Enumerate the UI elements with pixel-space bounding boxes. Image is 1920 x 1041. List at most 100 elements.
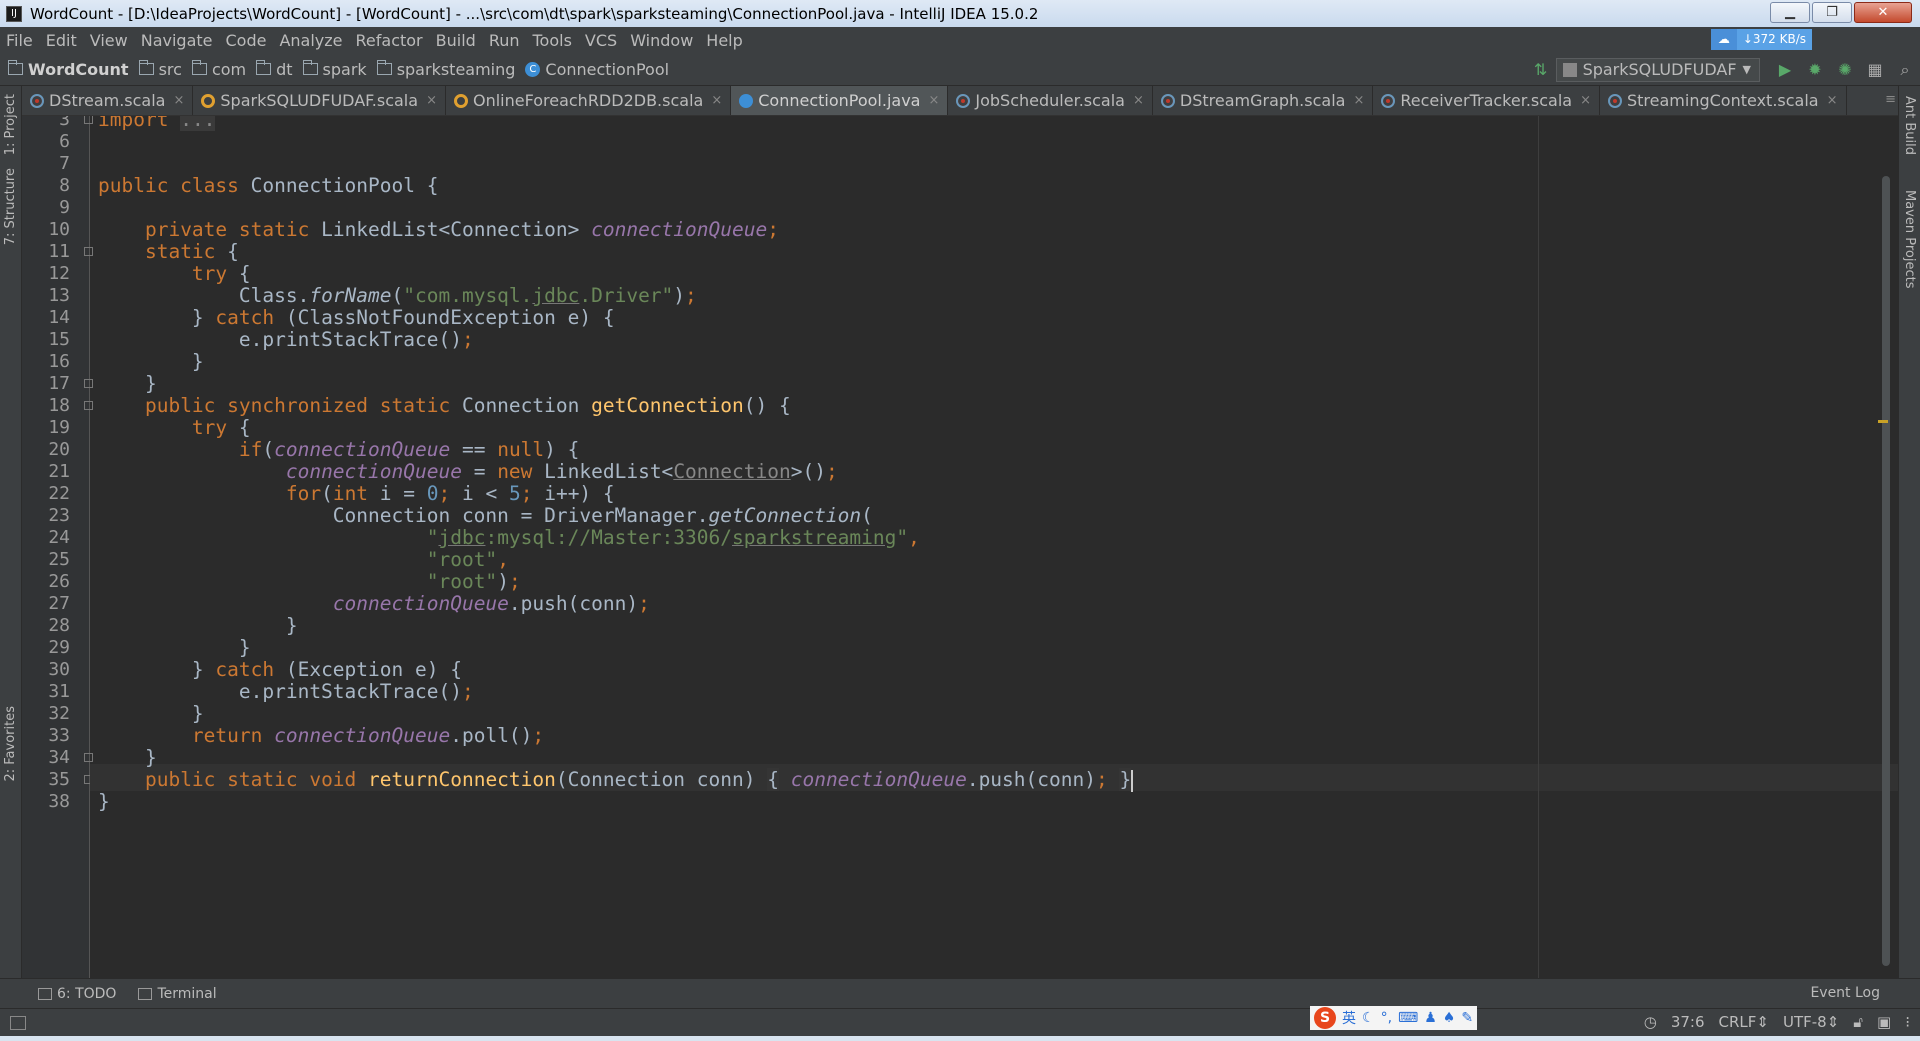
tab-streamingcontext-scala[interactable]: StreamingContext.scala × — [1600, 86, 1847, 115]
close-tab-icon[interactable]: × — [1827, 93, 1838, 108]
menu-build[interactable]: Build — [436, 31, 476, 50]
breadcrumb-com[interactable]: com — [191, 60, 246, 79]
caret-position[interactable]: 37:6 — [1671, 1013, 1705, 1031]
event-log-button[interactable]: Event Log — [1810, 985, 1880, 1001]
breadcrumb-label: WordCount — [28, 59, 129, 79]
breadcrumb-wordcount[interactable]: WordCount — [8, 60, 129, 79]
tab-label: DStream.scala — [49, 91, 166, 110]
menu-navigate[interactable]: Navigate — [141, 31, 213, 50]
menu-run[interactable]: Run — [489, 31, 520, 50]
menu-file[interactable]: File — [6, 31, 33, 50]
todo-label: 6: TODO — [57, 985, 117, 1002]
close-tab-icon[interactable]: × — [426, 93, 437, 108]
menu-view[interactable]: View — [90, 31, 128, 50]
search-icon[interactable]: ⌕ — [1893, 58, 1917, 82]
code-line[interactable]: } — [98, 788, 110, 815]
fold-marker-icon[interactable] — [84, 379, 93, 388]
line-number-gutter[interactable]: 3 6 7 8 9 10 11 12 13 14 15 16 17 18 19 20 21 22 23 24 25 26 2… — [22, 116, 93, 978]
fold-marker-icon[interactable] — [84, 116, 93, 124]
tool-windows-toggle-icon[interactable] — [10, 1015, 26, 1030]
folder-icon — [191, 60, 207, 75]
window-controls: ▁ ❐ ✕ — [1770, 2, 1912, 23]
breadcrumb-connectionpool[interactable]: C ConnectionPool — [525, 60, 669, 79]
tabs-menu-icon[interactable]: ≡ — [1885, 92, 1896, 107]
menu-edit[interactable]: Edit — [46, 31, 77, 50]
vertical-scrollbar[interactable] — [1882, 176, 1890, 966]
close-tab-icon[interactable]: × — [928, 93, 939, 108]
error-stripe-marker[interactable] — [1878, 420, 1888, 423]
code-editor[interactable]: 3 6 7 8 9 10 11 12 13 14 15 16 17 18 19 20 21 22 23 24 25 26 2… — [22, 116, 1898, 978]
close-tab-icon[interactable]: × — [1580, 93, 1591, 108]
tab-receivertracker-scala[interactable]: ReceiverTracker.scala × — [1373, 86, 1600, 115]
tab-dstream-scala[interactable]: DStream.scala × — [22, 86, 194, 115]
folder-icon — [256, 60, 272, 75]
structure-tool-button[interactable]: 7: Structure — [3, 168, 18, 245]
line-separator[interactable]: CRLF⇕ — [1719, 1013, 1769, 1031]
lock-icon[interactable]: 🔓︎ — [1853, 1013, 1863, 1031]
coverage-icon[interactable]: ✺ — [1833, 58, 1857, 82]
code-area[interactable]: import ... public class ConnectionPool { … — [98, 116, 1888, 978]
todo-tool-button[interactable]: 6: TODO — [38, 986, 116, 1002]
maven-projects-tool-button[interactable]: Maven Projects — [1902, 190, 1917, 289]
user-icon[interactable]: ♟ — [1424, 1010, 1437, 1026]
menu-help[interactable]: Help — [706, 31, 742, 50]
left-tool-strip: 1: Project 7: Structure 2: Favorites — [0, 86, 22, 978]
breadcrumb-label: src — [158, 59, 182, 79]
ime-language[interactable]: 英 — [1342, 1008, 1356, 1028]
menu-analyze[interactable]: Analyze — [279, 31, 342, 50]
file-encoding[interactable]: UTF-8⇕ — [1783, 1013, 1839, 1031]
punctuation-icon[interactable]: °, — [1381, 1010, 1392, 1026]
close-tab-icon[interactable]: × — [1133, 93, 1144, 108]
project-tool-button[interactable]: 1: Project — [3, 94, 18, 155]
project-structure-icon[interactable]: ▦ — [1863, 58, 1887, 82]
skin-icon[interactable]: ♠ — [1443, 1010, 1456, 1026]
code-line[interactable]: return connectionQueue.poll(); — [98, 722, 544, 749]
favorites-tool-button[interactable]: 2: Favorites — [3, 706, 18, 782]
sync-icon[interactable]: ⇅ — [1529, 58, 1553, 82]
minimize-button[interactable]: ▁ — [1770, 2, 1810, 23]
breadcrumb-sparksteaming[interactable]: sparksteaming — [376, 60, 515, 79]
tab-connectionpool-java[interactable]: ConnectionPool.java × — [731, 86, 949, 115]
maximize-button[interactable]: ❐ — [1812, 2, 1852, 23]
fold-marker-icon[interactable] — [84, 247, 93, 256]
sogou-ime-icon[interactable]: S — [1314, 1007, 1336, 1029]
code-line[interactable]: import ... — [98, 116, 216, 133]
fold-marker-icon[interactable] — [84, 753, 93, 762]
tab-dstreamgraph-scala[interactable]: DStreamGraph.scala × — [1153, 86, 1374, 115]
code-line[interactable]: public static void returnConnection(Conn… — [98, 766, 1134, 793]
menu-vcs[interactable]: VCS — [585, 31, 617, 50]
debug-icon[interactable]: ✹ — [1803, 58, 1827, 82]
menu-window[interactable]: Window — [630, 31, 693, 50]
file-encoding-label: UTF-8 — [1782, 1013, 1827, 1031]
tab-jobscheduler-scala[interactable]: JobScheduler.scala × — [948, 86, 1153, 115]
inspector-icon[interactable]: ▣ — [1877, 1013, 1891, 1031]
close-button[interactable]: ✕ — [1854, 2, 1912, 23]
ant-build-tool-button[interactable]: Ant Build — [1902, 96, 1917, 155]
file-type-icon — [30, 93, 44, 108]
menu-tools[interactable]: Tools — [533, 31, 572, 50]
tab-onlineforeachrdd2db-scala[interactable]: OnlineForeachRDD2DB.scala × — [446, 86, 732, 115]
intellij-app-icon: IJ — [6, 5, 22, 22]
breadcrumb-dt[interactable]: dt — [256, 60, 293, 79]
tab-sparksqludfudaf-scala[interactable]: SparkSQLUDFUDAF.scala × — [193, 86, 446, 115]
close-tab-icon[interactable]: × — [1353, 93, 1364, 108]
run-toolbar: ⇅ SparkSQLUDFUDAF ▼ ▶ ✹ ✺ ▦ ⌕ — [1526, 53, 1920, 86]
code-line[interactable]: public class ConnectionPool { — [98, 172, 438, 199]
menu-refactor[interactable]: Refactor — [356, 31, 423, 50]
close-tab-icon[interactable]: × — [173, 93, 184, 108]
terminal-tool-button[interactable]: Terminal — [138, 986, 217, 1002]
todo-icon — [38, 987, 52, 1000]
fold-marker-icon[interactable] — [84, 401, 93, 410]
close-tab-icon[interactable]: × — [711, 93, 722, 108]
file-type-icon — [1608, 93, 1622, 108]
breadcrumb-spark[interactable]: spark — [302, 60, 367, 79]
breadcrumb-src[interactable]: src — [138, 59, 182, 79]
run-config-selector[interactable]: SparkSQLUDFUDAF ▼ — [1555, 57, 1760, 82]
run-icon[interactable]: ▶ — [1773, 58, 1797, 82]
memory-indicator-icon[interactable]: ⁝ — [1905, 1013, 1910, 1031]
title-bar: IJ WordCount - [D:\IdeaProjects\WordCoun… — [0, 0, 1920, 27]
keyboard-icon[interactable]: ⌨ — [1398, 1010, 1418, 1026]
wrench-icon[interactable]: ✎ — [1461, 1010, 1473, 1026]
menu-code[interactable]: Code — [226, 31, 267, 50]
moon-icon[interactable]: ☾ — [1362, 1010, 1375, 1026]
